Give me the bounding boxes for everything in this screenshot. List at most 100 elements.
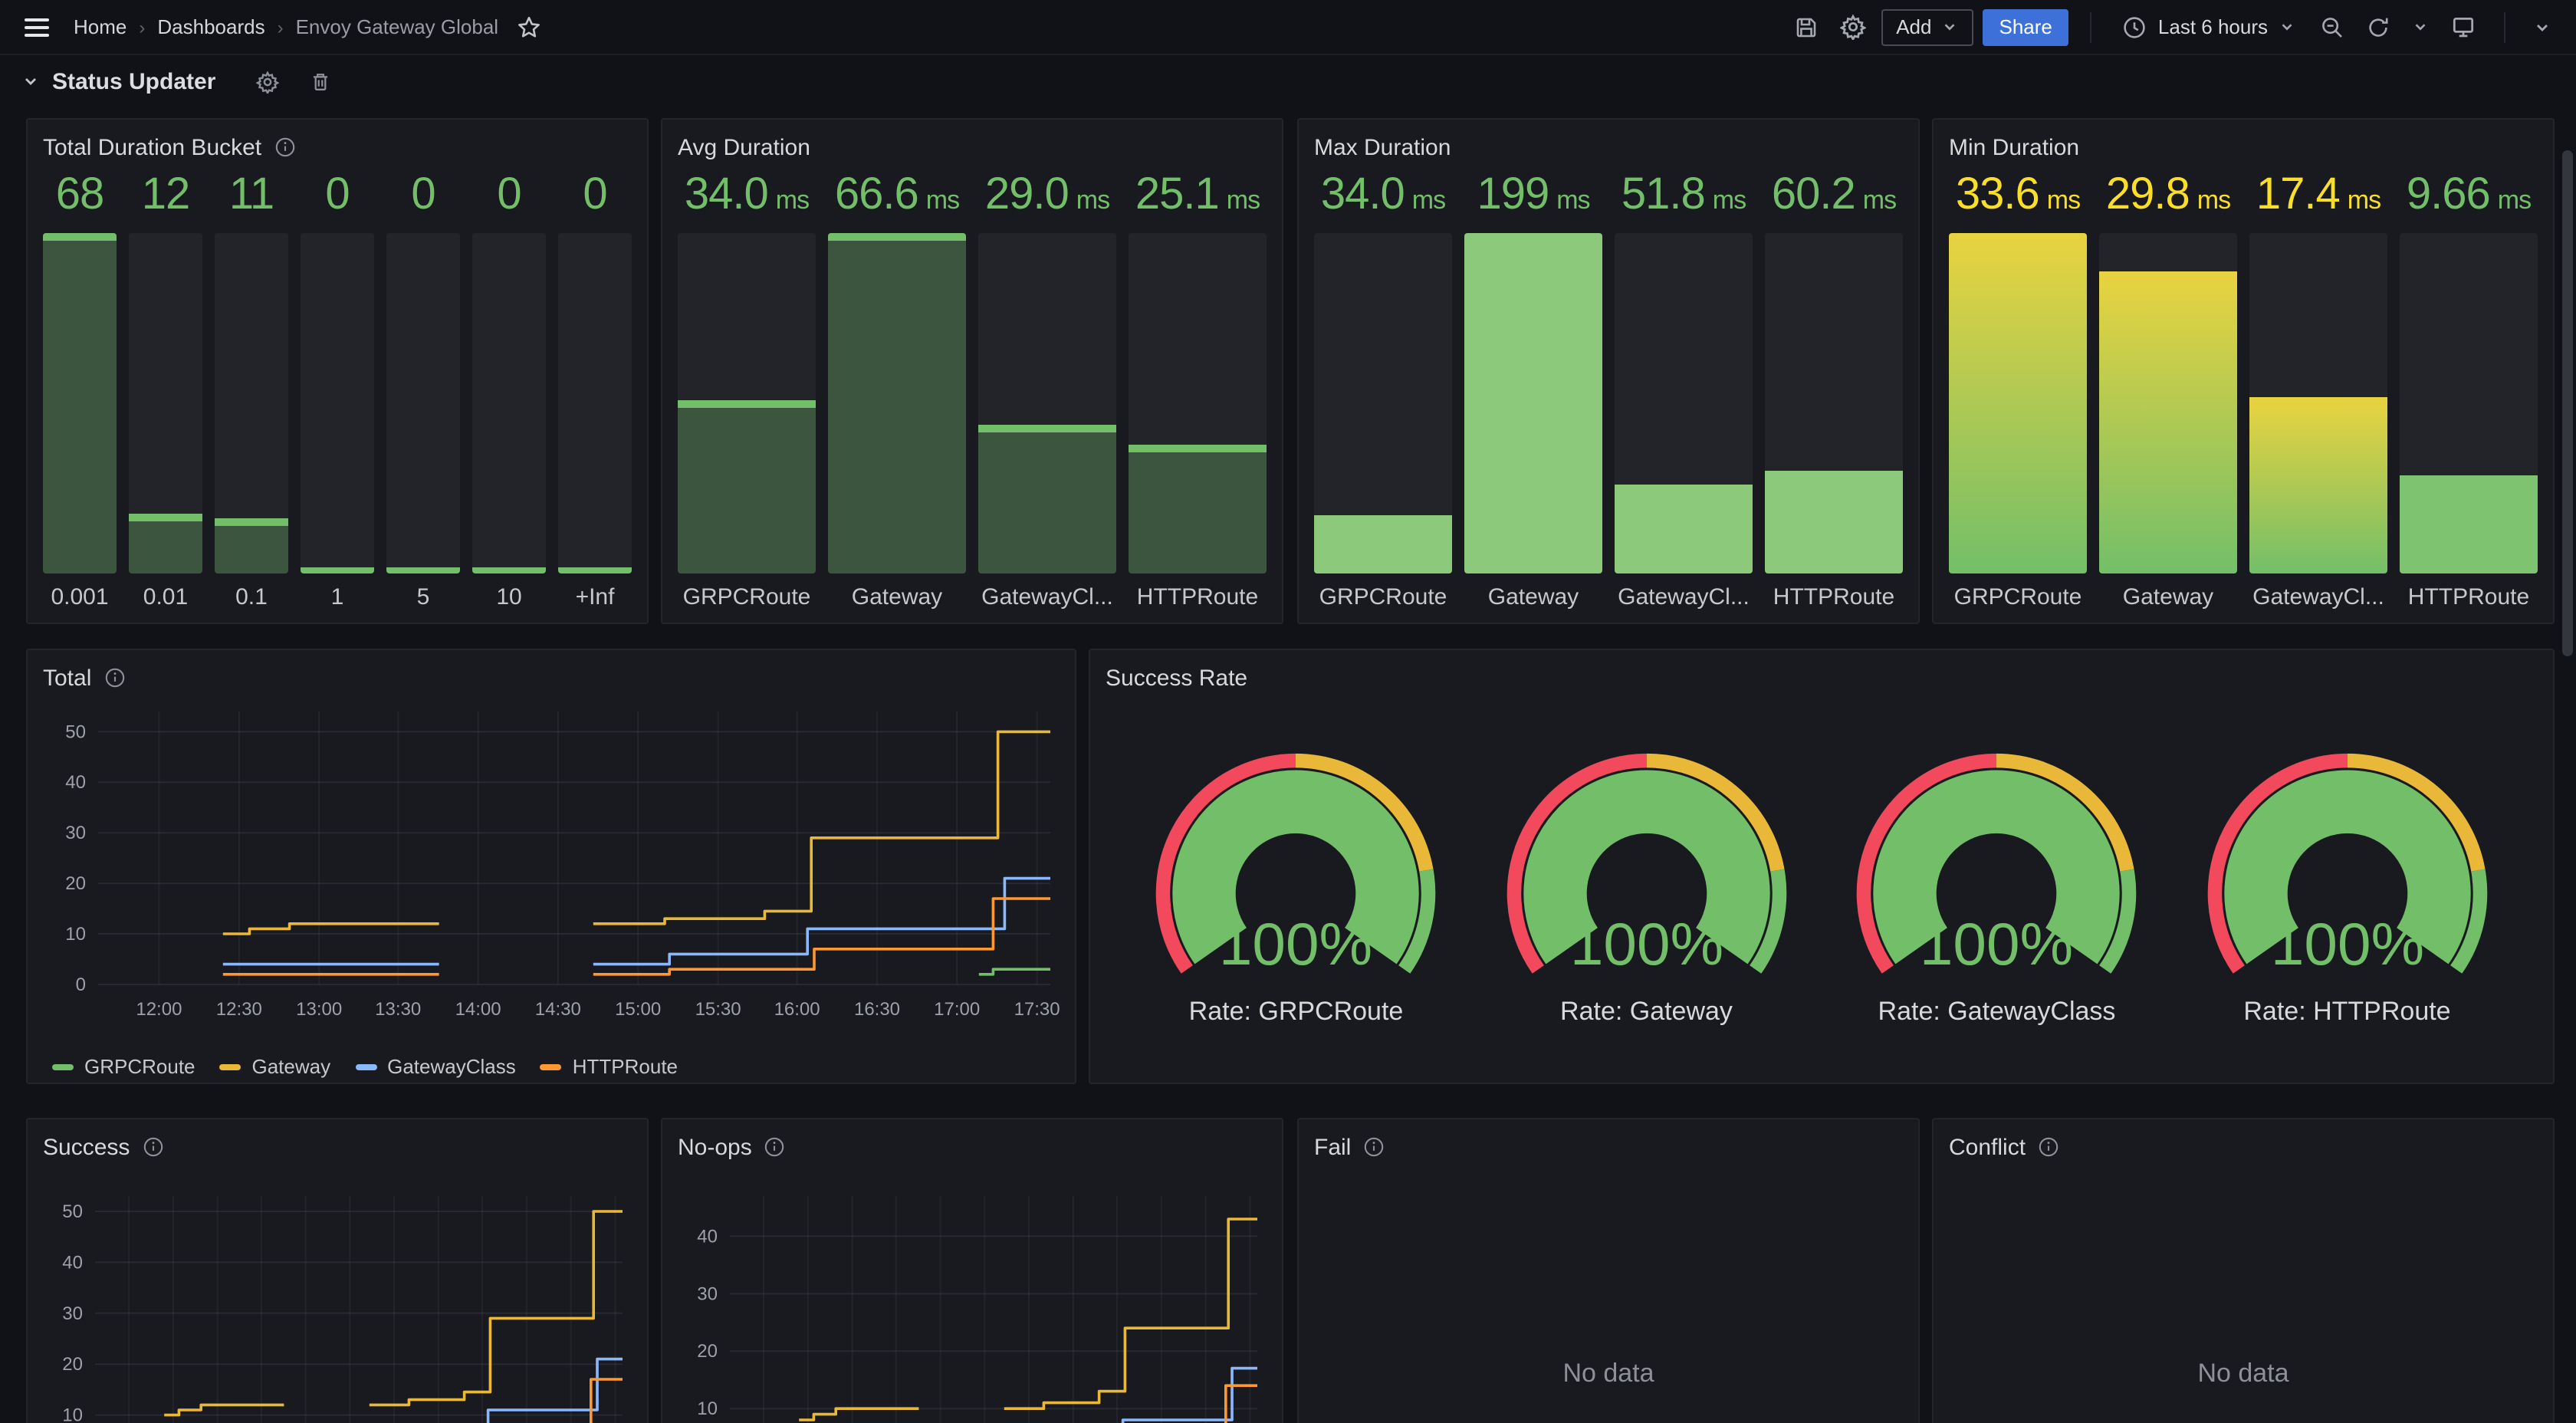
bar-gauge-label: GRPCRoute bbox=[1314, 573, 1452, 610]
timeseries-canvas[interactable]: 1020304012:0012:3013:0013:3014:0014:3015… bbox=[678, 1165, 1267, 1423]
bar-gauge-label: 10 bbox=[472, 573, 546, 610]
panel-title[interactable]: Fail bbox=[1314, 1134, 1351, 1160]
legend-swatch bbox=[355, 1063, 376, 1070]
refresh-dashboard-button[interactable] bbox=[2360, 8, 2397, 45]
panel-success: Success 102030405012:0012:3013:0013:3014… bbox=[26, 1118, 649, 1423]
bar-gauge-column: 010 bbox=[472, 166, 546, 610]
panel-title[interactable]: Success bbox=[43, 1134, 130, 1160]
bar-gauge-track[interactable] bbox=[558, 233, 632, 573]
bar-gauge-track[interactable] bbox=[1129, 233, 1267, 573]
bar-gauge-track[interactable] bbox=[129, 233, 202, 573]
svg-text:10: 10 bbox=[65, 924, 86, 945]
info-icon[interactable] bbox=[142, 1136, 163, 1158]
panel-max-duration: Max Duration 34.0msGRPCRoute199msGateway… bbox=[1297, 118, 1920, 624]
panel-min-duration: Min Duration 33.6msGRPCRoute29.8msGatewa… bbox=[1932, 118, 2555, 624]
bar-gauge-track[interactable] bbox=[1765, 233, 1903, 573]
panel-avg-duration: Avg Duration 34.0msGRPCRoute66.6msGatewa… bbox=[661, 118, 1283, 624]
menu-toggle-button[interactable] bbox=[18, 12, 55, 42]
gauge[interactable]: 100%Rate: GatewayClass bbox=[1822, 742, 2172, 1027]
svg-text:40: 40 bbox=[697, 1226, 718, 1247]
panel-title[interactable]: Min Duration bbox=[1949, 134, 2079, 160]
bar-gauge: 34.0msGRPCRoute199msGateway51.8msGateway… bbox=[1314, 166, 1903, 610]
row-header-status-updater: Status Updater bbox=[0, 55, 2576, 104]
panel-title[interactable]: Total bbox=[43, 665, 91, 691]
gauge-group: 100%Rate: GRPCRoute100%Rate: Gateway100%… bbox=[1106, 742, 2538, 1027]
row-settings-gear-icon[interactable] bbox=[255, 70, 278, 93]
bar-gauge-value: 68 bbox=[43, 166, 117, 224]
zoom-out-time-button[interactable] bbox=[2314, 8, 2351, 45]
kiosk-mode-button[interactable] bbox=[2444, 8, 2482, 46]
info-icon[interactable] bbox=[1363, 1136, 1385, 1158]
svg-text:30: 30 bbox=[697, 1283, 718, 1304]
bar-gauge-value: 29.0ms bbox=[978, 166, 1116, 224]
bar-gauge-track[interactable] bbox=[472, 233, 546, 573]
breadcrumb-dashboards-link[interactable]: Dashboards bbox=[157, 15, 264, 38]
info-icon[interactable] bbox=[274, 136, 295, 158]
bar-gauge-track[interactable] bbox=[1949, 233, 2087, 573]
legend-item[interactable]: Gateway bbox=[220, 1055, 331, 1078]
svg-text:0: 0 bbox=[76, 974, 86, 995]
chevron-down-icon bbox=[2533, 18, 2551, 36]
timeseries-canvas[interactable]: 0102030405012:0012:3013:0013:3014:0014:3… bbox=[43, 696, 1060, 1055]
bar-gauge-label: HTTPRoute bbox=[2400, 573, 2538, 610]
panel-title[interactable]: No-ops bbox=[678, 1134, 752, 1160]
bar-gauge-fill bbox=[828, 233, 966, 573]
bar-gauge-track[interactable] bbox=[1464, 233, 1602, 573]
row-delete-trash-icon[interactable] bbox=[309, 70, 330, 93]
bar-gauge-track[interactable] bbox=[386, 233, 460, 573]
bar-gauge-value: 25.1ms bbox=[1129, 166, 1267, 224]
bar-gauge-track[interactable] bbox=[2400, 233, 2538, 573]
bar-gauge-label: HTTPRoute bbox=[1765, 573, 1903, 610]
dashboard-settings-button[interactable] bbox=[1833, 8, 1871, 46]
panel-title[interactable]: Total Duration Bucket bbox=[43, 134, 261, 160]
bar-gauge-column: 120.01 bbox=[129, 166, 202, 610]
svg-text:14:00: 14:00 bbox=[455, 999, 501, 1020]
legend-item[interactable]: GRPCRoute bbox=[52, 1055, 196, 1078]
panel-title[interactable]: Success Rate bbox=[1106, 665, 1247, 691]
svg-text:30: 30 bbox=[65, 823, 86, 843]
refresh-interval-dropdown[interactable] bbox=[2406, 12, 2435, 41]
bar-gauge-column: 9.66msHTTPRoute bbox=[2400, 166, 2538, 610]
panel-no-ops: No-ops 1020304012:0012:3013:0013:3014:00… bbox=[661, 1118, 1283, 1423]
bar-gauge-track[interactable] bbox=[2099, 233, 2237, 573]
bar-gauge-track[interactable] bbox=[2249, 233, 2387, 573]
breadcrumb-home-link[interactable]: Home bbox=[74, 15, 127, 38]
bar-gauge-track[interactable] bbox=[828, 233, 966, 573]
timeseries-canvas[interactable]: 102030405012:0012:3013:0013:3014:0014:30… bbox=[43, 1165, 632, 1423]
panel-title[interactable]: Avg Duration bbox=[678, 134, 810, 160]
gauge[interactable]: 100%Rate: HTTPRoute bbox=[2172, 742, 2522, 1027]
bar-gauge-track[interactable] bbox=[978, 233, 1116, 573]
legend-item[interactable]: GatewayClass bbox=[355, 1055, 516, 1078]
panel-fail: Fail No data bbox=[1297, 1118, 1920, 1423]
scrollbar-thumb[interactable] bbox=[2562, 150, 2573, 656]
row-collapse-chevron-icon[interactable] bbox=[21, 72, 40, 90]
share-button[interactable]: Share bbox=[1983, 8, 2069, 45]
info-icon[interactable] bbox=[104, 667, 125, 688]
save-dashboard-button[interactable] bbox=[1787, 8, 1824, 45]
add-panel-button[interactable]: Add bbox=[1881, 8, 1973, 45]
bar-gauge-track[interactable] bbox=[678, 233, 816, 573]
info-icon[interactable] bbox=[764, 1136, 786, 1158]
bar-gauge-track[interactable] bbox=[301, 233, 374, 573]
panel-conflict: Conflict No data bbox=[1932, 1118, 2555, 1423]
bar-gauge-label: 0.1 bbox=[215, 573, 288, 610]
gauge[interactable]: 100%Rate: GRPCRoute bbox=[1121, 742, 1471, 1027]
bar-gauge-label: GRPCRoute bbox=[1949, 573, 2087, 610]
svg-text:100%: 100% bbox=[1569, 910, 1723, 978]
collapse-nav-button[interactable] bbox=[2527, 12, 2558, 42]
bar-gauge-value: 29.8ms bbox=[2099, 166, 2237, 224]
info-icon[interactable] bbox=[2038, 1136, 2059, 1158]
time-range-picker[interactable]: Last 6 hours bbox=[2114, 13, 2305, 41]
legend-item[interactable]: HTTPRoute bbox=[540, 1055, 678, 1078]
bar-gauge-track[interactable] bbox=[43, 233, 117, 573]
bar-gauge-column: 33.6msGRPCRoute bbox=[1949, 166, 2087, 610]
row-title[interactable]: Status Updater bbox=[52, 68, 215, 94]
gauge[interactable]: 100% Rate: Gateway bbox=[1471, 742, 1822, 1027]
panel-title[interactable]: Conflict bbox=[1949, 1134, 2026, 1160]
bar-gauge-track[interactable] bbox=[215, 233, 288, 573]
gauge-label: Rate: Gateway bbox=[1471, 997, 1822, 1027]
bar-gauge-track[interactable] bbox=[1314, 233, 1452, 573]
bar-gauge-track[interactable] bbox=[1615, 233, 1753, 573]
favorite-star-button[interactable] bbox=[511, 8, 547, 45]
panel-title[interactable]: Max Duration bbox=[1314, 134, 1451, 160]
